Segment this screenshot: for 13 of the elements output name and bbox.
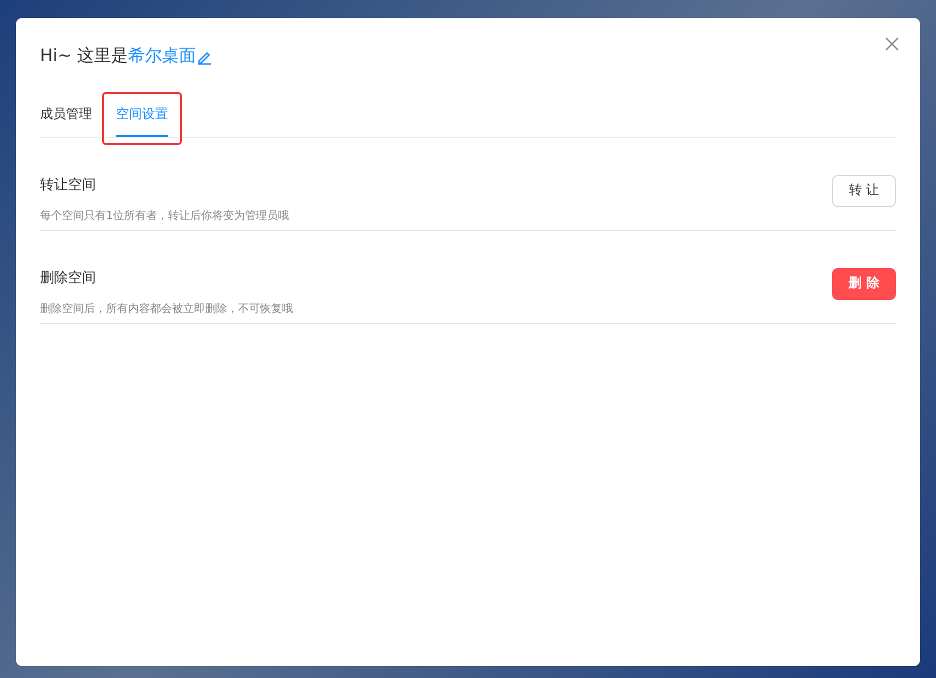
space-name-link[interactable]: 希尔桌面 bbox=[128, 44, 196, 70]
tab[interactable]: 成员管理 bbox=[40, 94, 92, 137]
setting-title: 转让空间 bbox=[40, 176, 97, 195]
setting-description: 每个空间只有1位所有者，转让后你将变为管理员哦 bbox=[40, 208, 289, 224]
close-icon bbox=[884, 36, 900, 52]
setting-description: 删除空间后，所有内容都会被立即删除，不可恢复哦 bbox=[40, 301, 293, 317]
dialog-title: Hi~ 这里是 bbox=[40, 45, 128, 68]
setting-button[interactable]: 删 除 bbox=[832, 268, 896, 300]
close-button[interactable] bbox=[884, 36, 900, 52]
setting-title: 删除空间 bbox=[40, 269, 97, 288]
edit-icon[interactable] bbox=[196, 49, 212, 65]
setting-button[interactable]: 转 让 bbox=[832, 175, 896, 207]
tab[interactable]: 空间设置 bbox=[116, 94, 168, 137]
